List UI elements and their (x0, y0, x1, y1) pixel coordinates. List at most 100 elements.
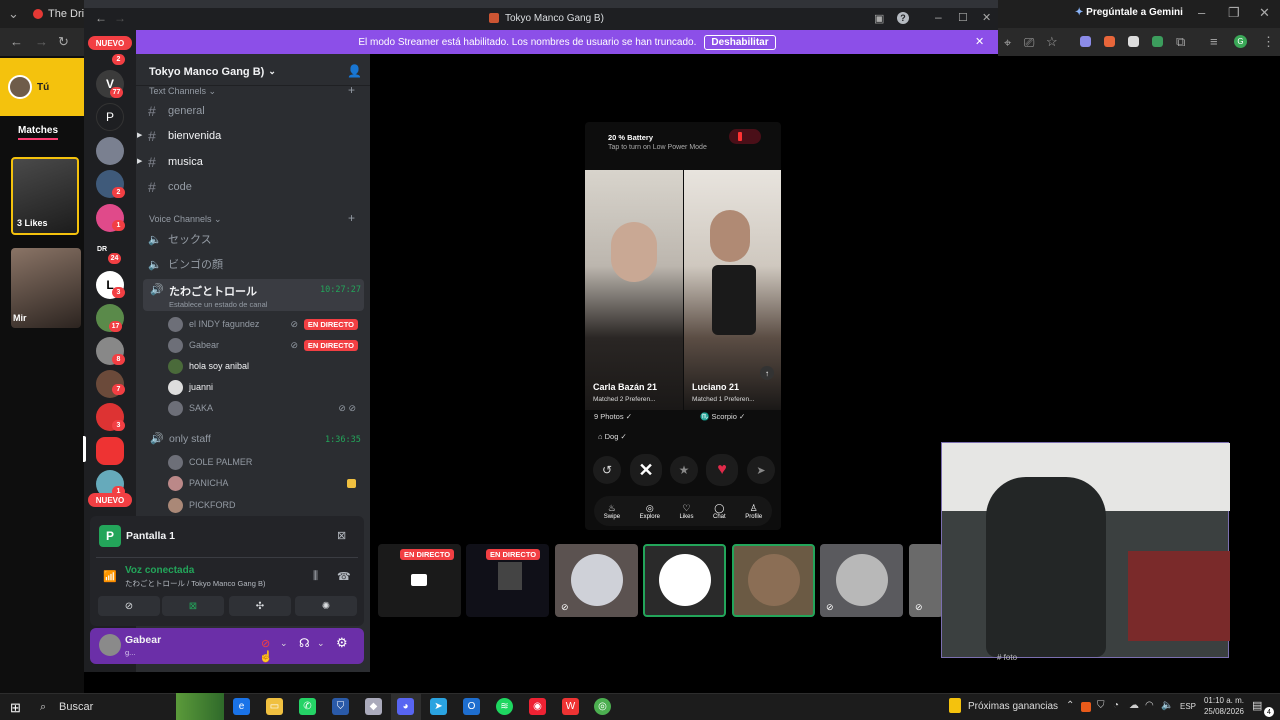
volume-icon[interactable]: 🔈 (1161, 700, 1173, 711)
channel-bienvenida[interactable]: # bienvenida (148, 125, 362, 147)
server-icon[interactable] (96, 137, 124, 165)
minimize-icon[interactable]: – (935, 10, 942, 24)
edge-icon[interactable]: e (233, 698, 250, 715)
soundboard-button[interactable]: ✺ (295, 596, 357, 616)
tray-icon[interactable]: ☁ (1129, 700, 1139, 711)
widget-text[interactable]: Próximas ganancias (968, 701, 1058, 712)
server-icon[interactable] (96, 437, 124, 465)
nav-likes[interactable]: ♡ Likes (679, 503, 693, 520)
category-voice-channels[interactable]: Voice Channels ⌄ (149, 214, 222, 225)
voice-channel-bingo[interactable]: 🔈 ビンゴの顔 (148, 253, 362, 275)
vpn-icon[interactable]: ◆ (365, 698, 382, 715)
participant-tile[interactable]: ⊘ (555, 544, 638, 617)
settings-gear-icon[interactable]: ⚙ (336, 635, 348, 651)
likes-card[interactable]: 3 Likes (11, 157, 79, 235)
voice-user[interactable]: PANICHA (168, 473, 362, 493)
avatar[interactable] (8, 75, 32, 99)
file-explorer-icon[interactable]: ▭ (266, 698, 283, 715)
spotify-icon[interactable]: ≋ (496, 698, 513, 715)
shield-icon[interactable]: ⛉ (332, 698, 349, 715)
discord-icon[interactable]: ◕ (397, 698, 414, 715)
search-highlight-image[interactable] (176, 693, 224, 720)
super-like-button[interactable]: ★ (670, 456, 698, 484)
windows-start-icon[interactable]: ⊞ (10, 700, 21, 716)
tab-search-icon[interactable]: ≡ (1210, 34, 1218, 49)
add-channel-icon[interactable]: + (348, 211, 355, 225)
extension-icon[interactable] (1104, 36, 1115, 47)
voice-user[interactable]: SAKA ⊘ ⊘ (168, 398, 362, 418)
puzzle-icon[interactable]: ⧉ (1176, 34, 1185, 50)
extension-icon[interactable] (1128, 36, 1139, 47)
close-banner-icon[interactable]: ✕ (975, 35, 984, 48)
avatar[interactable] (99, 634, 121, 656)
nope-button[interactable]: ✕ (630, 454, 662, 486)
nav-profile[interactable]: ♙ Profile (745, 503, 762, 520)
boost-button[interactable]: ➤ (747, 456, 775, 484)
category-text-channels[interactable]: Text Channels ⌄ (149, 86, 216, 97)
extension-icon[interactable] (1152, 36, 1163, 47)
tray-icon[interactable]: ⛉ (1097, 700, 1105, 711)
disable-streamer-button[interactable]: Deshabilitar (704, 34, 776, 50)
tray-overflow-icon[interactable]: ⌃ (1066, 700, 1074, 711)
match-card[interactable]: Mir (11, 248, 81, 328)
stream-tile[interactable]: EN DIRECTO (466, 544, 549, 617)
cast-icon[interactable]: ⎚ (1024, 35, 1034, 51)
chevron-down-icon[interactable]: ⌄ (8, 6, 19, 22)
clock-date[interactable]: 25/08/2026 (1200, 707, 1244, 716)
screen-share-button[interactable]: ⊠ (162, 596, 224, 616)
voice-connected-label[interactable]: Voz conectada (125, 565, 194, 576)
app-icon[interactable]: W (562, 698, 579, 715)
app-icon[interactable]: ◉ (529, 698, 546, 715)
channel-status[interactable]: Establece un estado de canal (169, 300, 267, 309)
close-icon[interactable]: ✕ (982, 11, 991, 24)
close-icon[interactable]: ✕ (1259, 5, 1270, 21)
help-icon[interactable]: ? (897, 12, 909, 24)
channel-musica[interactable]: # musica (148, 151, 362, 173)
inbox-icon[interactable]: ▣ (874, 12, 884, 25)
notifications-icon[interactable]: ▤ (1252, 699, 1262, 712)
forward-arrow-icon[interactable]: → (114, 11, 126, 25)
nav-chat[interactable]: ◯ Chat (713, 503, 726, 520)
mic-muted-icon[interactable]: ⊘ (261, 637, 270, 650)
voice-location[interactable]: たわごとトロール / Tokyo Manco Gang B) (125, 578, 265, 589)
arrow-up-icon[interactable]: ↑ (760, 366, 774, 380)
channel-code[interactable]: # code (148, 176, 362, 198)
profile-card[interactable]: Luciano 21 Matched 1 Preferen... ↑ (684, 170, 781, 410)
voice-user[interactable]: COLE PALMER (168, 452, 362, 472)
add-channel-icon[interactable]: + (348, 83, 355, 97)
minimize-icon[interactable]: – (1198, 5, 1205, 20)
nav-explore[interactable]: ◎ Explore (640, 503, 660, 520)
voice-user[interactable]: hola soy anibal (168, 356, 362, 376)
tray-icon[interactable] (1081, 702, 1091, 712)
stocks-icon[interactable] (949, 698, 961, 713)
low-battery-toggle[interactable] (729, 129, 761, 144)
back-arrow-icon[interactable]: ← (95, 11, 107, 25)
stop-stream-icon[interactable]: ⊠ (337, 529, 346, 542)
whatsapp-icon[interactable]: ✆ (299, 698, 316, 715)
server-icon[interactable]: P (96, 103, 124, 131)
voice-channel-sex[interactable]: 🔈 セックス (148, 228, 362, 250)
outlook-icon[interactable]: O (463, 698, 480, 715)
voice-user[interactable]: PICKFORD (168, 495, 362, 515)
tray-icon[interactable]: ◔ (1113, 700, 1119, 711)
activities-button[interactable]: ✣ (229, 596, 291, 616)
participant-tile[interactable] (643, 544, 726, 617)
like-button[interactable]: ♥ (706, 454, 738, 486)
voice-user[interactable]: Gabear ⊘ EN DIRECTO (168, 335, 362, 355)
add-member-icon[interactable]: 👤 (347, 64, 362, 78)
extension-icon[interactable] (1080, 36, 1091, 47)
chrome-icon[interactable]: ◎ (594, 698, 611, 715)
forward-icon[interactable]: → (35, 34, 48, 49)
telegram-icon[interactable]: ➤ (430, 698, 447, 715)
wifi-icon[interactable]: ◠ (1145, 700, 1154, 711)
taskbar-search[interactable]: Buscar (59, 701, 93, 713)
voice-channel-name[interactable]: only staff (169, 433, 211, 445)
chevron-down-icon[interactable]: ⌄ (280, 638, 288, 649)
profile-card[interactable]: Carla Bazán 21 Matched 2 Preferen... (585, 170, 683, 410)
participant-tile[interactable] (732, 544, 815, 617)
tab-matches[interactable]: Matches (18, 125, 59, 140)
clock-time[interactable]: 01:10 a. m. (1200, 696, 1244, 705)
bookmark-star-icon[interactable]: ☆ (1046, 34, 1058, 50)
participant-tile[interactable]: ⊘ (820, 544, 903, 617)
location-icon[interactable]: ⌖ (1004, 35, 1011, 51)
